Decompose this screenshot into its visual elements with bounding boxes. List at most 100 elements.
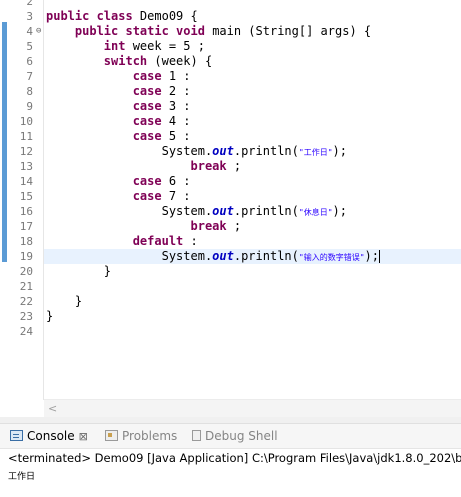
line-number: 23 (19, 310, 33, 323)
tab-console[interactable]: Console ⊠ (10, 424, 88, 448)
code-line[interactable]: public class Demo09 { (46, 9, 461, 24)
line-number: 7 (26, 70, 33, 83)
tab-problems-label: Problems (122, 429, 178, 443)
code-token: 2 : (168, 84, 191, 98)
tab-debug-shell-label: Debug Shell (205, 429, 278, 443)
code-token: ); (332, 144, 347, 158)
line-number: 2 (26, 0, 33, 8)
code-token: .println( (233, 144, 299, 158)
code-editor[interactable]: 2 3 4 5 6 7 8 9 10 11 12 13 14 15 16 17 18 19 20 21 22 23 24 ⊖ … (0, 0, 461, 417)
line-number: 4 (26, 25, 33, 38)
code-token: "工作日" (298, 148, 333, 157)
tab-debug-shell[interactable]: Debug Shell (192, 424, 278, 448)
code-token: case (132, 69, 169, 83)
console-tab-bar: Console ⊠ Problems Debug Shell (0, 424, 461, 449)
code-line[interactable] (46, 279, 461, 294)
code-token: 3 : (168, 99, 191, 113)
code-token: week = 5 ; (132, 39, 205, 53)
fold-collapse-icon[interactable]: ⊖ (36, 24, 41, 39)
code-line[interactable]: int week = 5 ; (46, 39, 461, 54)
code-line[interactable]: break ; (46, 159, 461, 174)
code-line[interactable]: case 7 : (46, 189, 461, 204)
current-code-line[interactable]: System.out.println("输入的数字错误"); (44, 249, 461, 264)
code-line[interactable]: System.out.println("工作日"); (46, 144, 461, 159)
code-token: out (212, 249, 234, 263)
code-token: case (132, 114, 169, 128)
code-line[interactable]: case 2 : (46, 84, 461, 99)
line-number: 13 (19, 160, 33, 173)
code-token: out (212, 144, 234, 158)
console-panel: Console ⊠ Problems Debug Shell <terminate… (0, 423, 461, 497)
code-token: Demo09 { (139, 9, 198, 23)
code-line[interactable]: case 1 : (46, 69, 461, 84)
code-line[interactable]: System.out.println("休息日"); (46, 204, 461, 219)
code-token: "输入的数字错误" (298, 253, 365, 262)
code-token: 7 : (168, 189, 191, 203)
console-status: <terminated> Demo09 [Java Application] C… (8, 451, 461, 465)
line-number: 8 (26, 85, 33, 98)
line-number: 19 (19, 250, 33, 263)
code-token: System. (46, 249, 213, 263)
code-token: switch (103, 54, 155, 68)
gutter-separator (43, 0, 44, 400)
text-caret (378, 250, 380, 263)
console-icon (10, 430, 23, 441)
code-line[interactable]: case 3 : (46, 99, 461, 114)
code-token: 5 : (168, 129, 191, 143)
code-token: default (132, 234, 184, 248)
problems-icon (105, 430, 118, 441)
code-token: 4 : (168, 114, 191, 128)
code-token: public class (46, 9, 140, 23)
code-line[interactable]: default : (46, 234, 461, 249)
line-number: 21 (19, 280, 33, 293)
code-line[interactable]: case 6 : (46, 174, 461, 189)
code-line[interactable]: break ; (46, 219, 461, 234)
code-token: case (132, 99, 169, 113)
code-line[interactable]: } (46, 294, 461, 309)
console-output[interactable]: 工作日 (8, 470, 35, 484)
code-line[interactable]: case 4 : (46, 114, 461, 129)
code-token: .println( (233, 249, 299, 263)
code-token: int (103, 39, 133, 53)
code-token: case (132, 174, 169, 188)
horizontal-scrollbar[interactable]: < (44, 399, 461, 417)
code-line[interactable] (46, 324, 461, 339)
code-token: } (46, 294, 83, 308)
line-number: 10 (19, 115, 33, 128)
line-number-gutter: 2 3 4 5 6 7 8 9 10 11 12 13 14 15 16 17 18 19 20 21 22 23 24 ⊖ (7, 0, 43, 400)
code-token: System. (46, 204, 213, 218)
code-line[interactable] (46, 0, 461, 9)
code-token: out (212, 204, 234, 218)
code-token: 1 : (168, 69, 191, 83)
line-number: 20 (19, 265, 33, 278)
code-line[interactable]: } (46, 309, 461, 324)
line-number: 22 (19, 295, 33, 308)
line-number: 18 (19, 235, 33, 248)
code-line[interactable]: } (46, 264, 461, 279)
code-token: public static void (74, 24, 213, 38)
line-number: 6 (26, 55, 33, 68)
line-number: 24 (19, 325, 33, 338)
code-token: .println( (233, 204, 299, 218)
code-area[interactable]: public class Demo09 { public static void… (44, 0, 461, 400)
line-number: 14 (19, 175, 33, 188)
code-token: } (46, 264, 112, 278)
code-line[interactable]: switch (week) { (46, 54, 461, 69)
scroll-left-icon[interactable]: < (48, 400, 57, 417)
tab-console-label: Console (27, 429, 75, 443)
close-icon[interactable]: ⊠ (79, 430, 88, 443)
code-token: : (183, 234, 198, 248)
code-token: 6 : (168, 174, 191, 188)
code-line[interactable]: public static void main (String[] args) … (46, 24, 461, 39)
tab-problems[interactable]: Problems (105, 424, 177, 448)
code-token: "休息日" (298, 208, 333, 217)
line-number: 3 (26, 10, 33, 23)
line-number: 15 (19, 190, 33, 203)
code-line[interactable]: case 5 : (46, 129, 461, 144)
